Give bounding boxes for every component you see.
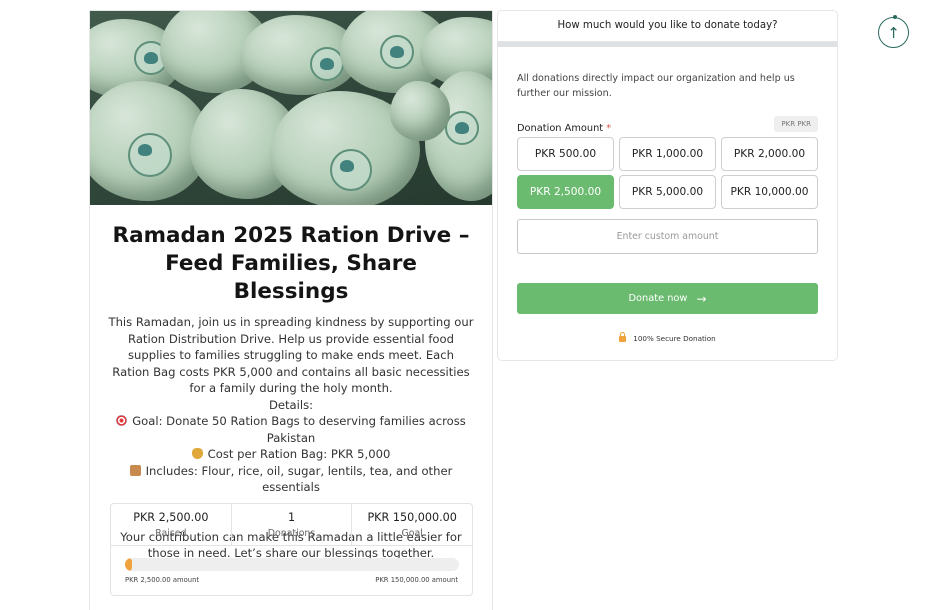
goal-value: PKR 150,000.00: [367, 511, 457, 524]
cost-line: Cost per Ration Bag: PKR 5,000: [108, 446, 474, 463]
lock-icon: [619, 332, 627, 342]
progress-raised-caption: PKR 2,500.00 amount: [125, 576, 200, 584]
amount-option-button[interactable]: PKR 5,000.00: [619, 175, 716, 209]
donations-label: Donations: [267, 528, 316, 539]
details-label: Details:: [268, 397, 314, 412]
target-icon: [116, 415, 128, 426]
amount-option-button[interactable]: PKR 500.00: [517, 137, 614, 171]
package-icon: [129, 464, 141, 476]
description-text: This Ramadan, join us in spreading kindn…: [108, 315, 474, 395]
stat-donations: 1 Donations: [232, 504, 353, 545]
money-bag-icon: [191, 448, 203, 459]
campaign-hero-image: [90, 11, 492, 205]
campaign-stats: PKR 2,500.00 Raised 1 Donations PKR 150,…: [110, 503, 473, 596]
amount-option-button[interactable]: PKR 2,500.00: [517, 175, 614, 209]
campaign-title: Ramadan 2025 Ration Drive – Feed Familie…: [112, 223, 470, 304]
raised-value: PKR 2,500.00: [133, 511, 209, 524]
includes-line: Includes: Flour, rice, oil, sugar, lenti…: [108, 463, 474, 496]
goal-label: Goal: [401, 528, 423, 539]
donation-amount-label: Donation Amount *: [517, 123, 612, 134]
stat-raised: PKR 2,500.00 Raised: [111, 504, 232, 545]
scroll-to-top-button[interactable]: ↑: [878, 15, 909, 48]
currency-selector[interactable]: PKR PKR: [774, 116, 818, 132]
donations-value: 1: [287, 511, 296, 524]
stat-goal: PKR 150,000.00 Goal: [352, 504, 472, 545]
progress-fill: [125, 558, 132, 571]
progress-bar: [125, 558, 459, 571]
amount-option-button[interactable]: PKR 2,000.00: [721, 137, 818, 171]
goal-line: Goal: Donate 50 Ration Bags to deserving…: [108, 413, 474, 446]
custom-amount-input[interactable]: [517, 219, 818, 254]
donation-form: How much would you like to donate today?…: [497, 10, 838, 361]
progress-goal-caption: PKR 150,000.00 amount: [375, 576, 458, 584]
donation-form-title: How much would you like to donate today?: [498, 11, 837, 42]
form-progress-strip: [498, 42, 837, 47]
arrow-right-icon: →: [696, 291, 707, 306]
raised-label: Raised: [155, 528, 187, 539]
amount-option-button[interactable]: PKR 1,000.00: [619, 137, 716, 171]
required-mark: *: [606, 123, 612, 134]
donate-now-label: Donate now: [628, 293, 688, 304]
amount-option-button[interactable]: PKR 10,000.00: [721, 175, 818, 209]
campaign-card: Ramadan 2025 Ration Drive – Feed Familie…: [89, 10, 493, 610]
donation-intro: All donations directly impact our organi…: [517, 73, 795, 99]
amount-options: PKR 500.00 PKR 1,000.00 PKR 2,000.00 PKR 2,…: [517, 137, 818, 209]
secure-donation-note: 100% Secure Donation: [517, 332, 818, 343]
donate-now-button[interactable]: Donate now →: [517, 283, 818, 314]
arrow-up-icon: ↑: [887, 23, 900, 42]
